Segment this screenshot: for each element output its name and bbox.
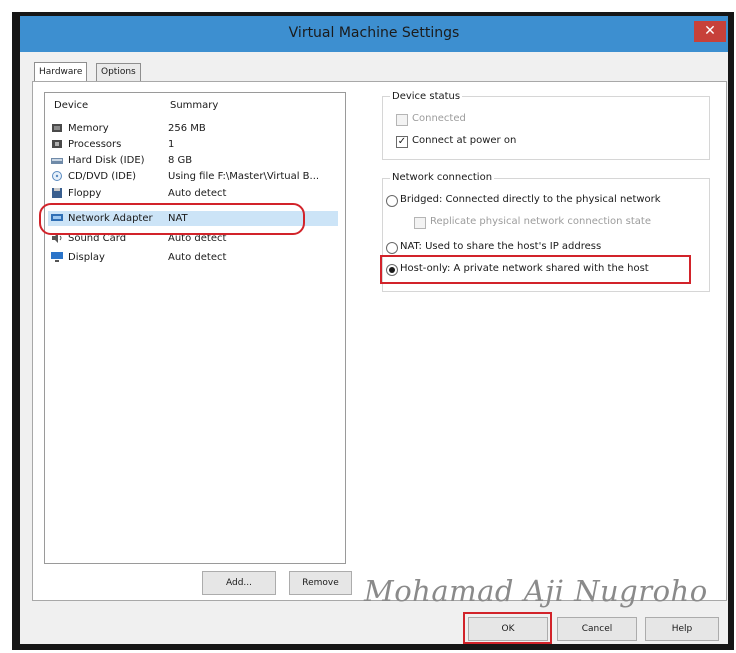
annotation-rect-ok — [463, 612, 552, 644]
bridged-radio[interactable] — [386, 195, 398, 207]
replicate-label: Replicate physical network connection st… — [430, 216, 652, 227]
annotation-oval — [39, 203, 305, 235]
tab-hardware[interactable]: Hardware — [34, 62, 88, 82]
device-name: Display — [68, 252, 105, 263]
device-status-label: Device status — [390, 91, 463, 102]
device-name: Floppy — [68, 188, 102, 199]
tab-options[interactable]: Options — [96, 63, 141, 81]
device-row-cd-dvd[interactable]: CD/DVD (IDE) Using file F:\Master\Virtua… — [48, 169, 338, 184]
device-summary: 8 GB — [168, 155, 193, 166]
device-summary: Auto detect — [168, 252, 227, 263]
cd-dvd-icon — [52, 171, 62, 181]
device-row-display[interactable]: Display Auto detect — [48, 250, 338, 265]
device-row-memory[interactable]: Memory 256 MB — [48, 121, 338, 136]
device-summary: Auto detect — [168, 188, 227, 199]
replicate-checkbox[interactable] — [414, 217, 426, 229]
device-row-hard-disk[interactable]: Hard Disk (IDE) 8 GB — [48, 153, 338, 168]
window-title: Virtual Machine Settings — [288, 25, 460, 41]
remove-button[interactable]: Remove — [289, 571, 352, 595]
connect-at-power-on-label: Connect at power on — [412, 135, 517, 146]
connect-at-power-on-checkbox[interactable]: ✓ — [396, 136, 408, 148]
device-name: CD/DVD (IDE) — [68, 171, 137, 182]
title-bar[interactable]: Virtual Machine Settings — [20, 16, 728, 52]
device-summary: Using file F:\Master\Virtual B... — [168, 171, 320, 182]
device-summary: 1 — [168, 139, 175, 150]
connected-checkbox[interactable] — [396, 114, 408, 126]
display-icon — [51, 252, 63, 262]
close-button[interactable]: ✕ — [694, 21, 726, 42]
device-status-group — [382, 96, 710, 160]
device-row-floppy[interactable]: Floppy Auto detect — [48, 186, 338, 201]
column-header-device[interactable]: Device — [54, 100, 88, 111]
nat-radio[interactable] — [386, 242, 398, 254]
device-name: Memory — [68, 123, 109, 134]
connected-label: Connected — [412, 113, 466, 124]
watermark-text: Mohamad Aji Nugroho — [364, 574, 708, 608]
cancel-button[interactable]: Cancel — [557, 617, 637, 641]
checkmark-icon: ✓ — [397, 136, 407, 147]
device-name: Hard Disk (IDE) — [68, 155, 145, 166]
device-row-processors[interactable]: Processors 1 — [48, 137, 338, 152]
floppy-icon — [52, 188, 62, 198]
annotation-rect-host-only — [380, 255, 691, 284]
hard-disk-icon — [51, 158, 63, 164]
device-name: Processors — [68, 139, 122, 150]
network-connection-label: Network connection — [390, 172, 495, 183]
memory-icon — [52, 124, 62, 132]
help-button[interactable]: Help — [645, 617, 719, 641]
nat-label: NAT: Used to share the host's IP address — [400, 241, 602, 252]
bridged-label: Bridged: Connected directly to the physi… — [400, 194, 661, 205]
processor-icon — [52, 140, 62, 148]
device-summary: 256 MB — [168, 123, 206, 134]
column-header-summary[interactable]: Summary — [170, 100, 218, 111]
add-button[interactable]: Add... — [202, 571, 276, 595]
